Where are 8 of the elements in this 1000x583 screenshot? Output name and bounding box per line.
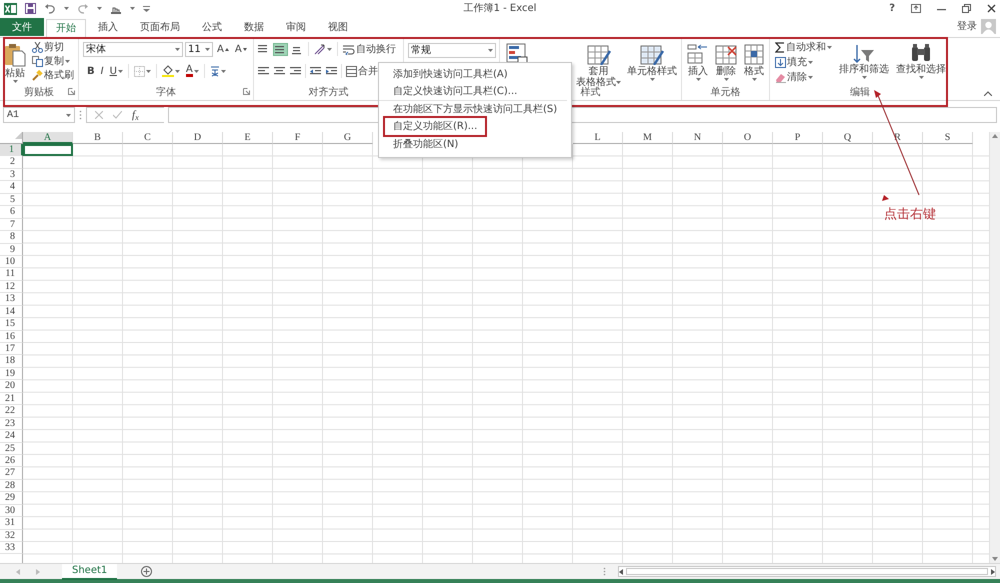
group-label: 单元格 — [710, 87, 740, 98]
group-label: 对齐方式 — [308, 87, 348, 98]
annotation-text: 点击右键 — [884, 206, 936, 224]
group-label: 样式 — [580, 87, 600, 98]
window-title: 工作簿1 - Excel — [464, 2, 536, 16]
group-label: 剪贴板 — [24, 87, 54, 98]
group-label: 字体 — [156, 87, 176, 98]
group-label: 编辑 — [850, 87, 870, 98]
